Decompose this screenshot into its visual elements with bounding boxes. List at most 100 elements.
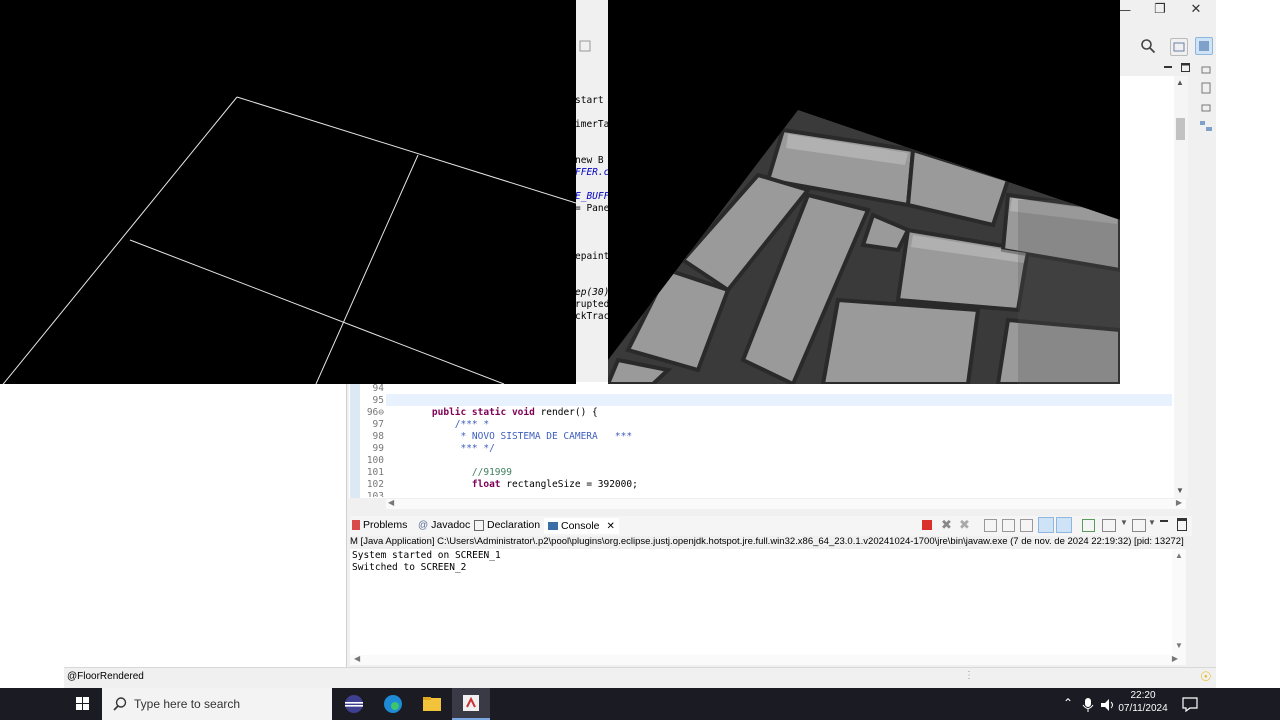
outline-view-icon[interactable] (1198, 80, 1214, 96)
line-number: 95 (372, 395, 384, 406)
line-number: 103 (366, 491, 384, 497)
display-console-icon[interactable] (1102, 519, 1116, 532)
tab-label: Declaration (487, 519, 541, 531)
console-vertical-scrollbar[interactable]: ▲ ▼ (1172, 549, 1186, 655)
code-line-rectangle-size: float rectangleSize = 392000; (471, 479, 638, 490)
microphone-icon[interactable] (1082, 697, 1094, 716)
taskbar-file-explorer-app[interactable] (413, 688, 451, 720)
code-fragment: rupted (575, 299, 610, 310)
scroll-right-arrow[interactable]: ▶ (1176, 498, 1182, 507)
status-bar: @FloorRendered ⋮ ☉ (64, 667, 1216, 688)
tab-declaration[interactable]: Declaration (474, 519, 540, 531)
pin-console-icon[interactable] (1082, 519, 1095, 532)
chevron-up-icon[interactable]: ⌃ (1063, 696, 1073, 710)
wireframe-render-window (0, 0, 577, 389)
scroll-lock-icon[interactable] (1002, 519, 1015, 532)
taskbar-eclipse-app[interactable] (335, 688, 373, 720)
code-comment-line: /*** * (409, 419, 490, 430)
scroll-right-arrow[interactable]: ▶ (1172, 654, 1178, 663)
tab-label: Javadoc (431, 519, 471, 531)
stone-floor-texture (608, 110, 1120, 384)
clock-date: 07/11/2024 (1118, 703, 1168, 714)
chevron-down-icon[interactable]: ▼ (1120, 518, 1128, 527)
textured-render-window (608, 0, 1120, 384)
chevron-down-icon[interactable]: ▼ (1148, 518, 1156, 527)
code-fragment: E_BUFF (575, 191, 610, 202)
scroll-down-arrow[interactable]: ▼ (1175, 641, 1183, 650)
scrollbar-thumb[interactable] (1176, 118, 1185, 140)
scroll-up-arrow[interactable]: ▲ (1176, 78, 1184, 87)
start-button[interactable] (64, 688, 102, 720)
edge-browser-icon (384, 695, 402, 713)
word-wrap-icon[interactable] (1020, 519, 1033, 532)
clock[interactable]: 22:20 07/11/2024 (1118, 690, 1168, 714)
hierarchy-view-icon[interactable] (1198, 118, 1214, 134)
status-separator: ⋮ (964, 670, 974, 681)
views-tab-bar: Problems @ Javadoc Declaration Console ✕… (350, 516, 1192, 536)
toolbar-fragment-icon[interactable] (578, 38, 594, 54)
search-icon (113, 697, 127, 711)
code-fragment: ep(30) (575, 287, 610, 298)
editor-horizontal-scrollbar[interactable]: ◀ ▶ (386, 498, 1186, 509)
editor-maximize-icon[interactable] (1178, 60, 1194, 76)
clock-time: 22:20 (1130, 690, 1156, 701)
show-on-stdout-icon[interactable] (1038, 517, 1054, 533)
tab-javadoc[interactable]: @ Javadoc (418, 519, 470, 531)
taskbar-search-box[interactable]: Type here to search (102, 688, 332, 720)
wireframe-floor-grid (0, 96, 577, 389)
console-output[interactable]: System started on SCREEN_1 Switched to S… (350, 549, 1186, 655)
scroll-left-arrow[interactable]: ◀ (354, 654, 360, 663)
java-perspective-icon[interactable] (1195, 37, 1213, 55)
line-number: 99 (372, 443, 384, 454)
current-line-highlight (386, 394, 1172, 406)
tab-label: Problems (363, 519, 408, 531)
terminate-icon[interactable] (922, 520, 932, 530)
declaration-icon (474, 519, 484, 531)
code-fragment: start (575, 95, 604, 106)
javadoc-icon: @ (418, 519, 429, 531)
tab-console[interactable]: Console ✕ (544, 518, 619, 534)
status-selection: @FloorRendered (67, 671, 144, 682)
lightbulb-icon[interactable]: ☉ (1200, 669, 1212, 685)
console-line: Switched to SCREEN_2 (352, 562, 467, 573)
scroll-left-arrow[interactable]: ◀ (388, 498, 394, 507)
line-number: 94 (372, 383, 384, 394)
show-on-stderr-icon[interactable] (1056, 517, 1072, 533)
code-fragment: imerTa (575, 119, 610, 130)
view-minimize-icon[interactable] (1160, 520, 1168, 522)
java-app-icon (463, 695, 479, 711)
line-number: 100 (366, 455, 384, 466)
line-number: 97 (372, 419, 384, 430)
code-fragment: ckTrac (575, 311, 610, 322)
clear-console-icon[interactable] (984, 519, 997, 532)
folder-icon (423, 697, 441, 711)
taskbar-edge-app[interactable] (374, 688, 412, 720)
scroll-up-arrow[interactable]: ▲ (1175, 551, 1183, 560)
tab-problems[interactable]: Problems (352, 519, 407, 531)
line-number: 102 (366, 479, 384, 490)
problems-icon (352, 520, 360, 530)
code-fragment: new B (575, 155, 604, 166)
code-fragment: = Pane (575, 203, 610, 214)
taskbar-java-app[interactable] (452, 688, 490, 720)
search-icon[interactable] (1140, 38, 1156, 54)
restore-window-button[interactable]: ❐ (1142, 0, 1178, 18)
remove-all-launches-icon[interactable]: ✖ (959, 517, 970, 533)
open-console-icon[interactable] (1132, 519, 1146, 532)
editor-minimize-icon[interactable] (1160, 60, 1176, 76)
scroll-down-arrow[interactable]: ▼ (1176, 486, 1184, 495)
editor-vertical-scrollbar[interactable]: ▲ ▼ (1174, 76, 1188, 498)
close-window-button[interactable]: ✕ (1178, 0, 1214, 18)
package-explorer-panel (64, 384, 347, 667)
trim-restore-icon-2[interactable] (1198, 100, 1214, 116)
view-maximize-icon[interactable] (1177, 518, 1187, 531)
open-perspective-icon[interactable] (1170, 38, 1188, 56)
remove-launch-icon[interactable]: ✖ (941, 517, 952, 533)
windows-logo-icon (76, 697, 89, 710)
close-icon[interactable]: ✕ (607, 521, 615, 532)
code-fragment: epaint (575, 251, 610, 262)
trim-restore-icon[interactable] (1198, 62, 1214, 78)
volume-icon[interactable] (1099, 697, 1115, 716)
notifications-icon[interactable] (1182, 696, 1198, 715)
console-horizontal-scrollbar[interactable]: ◀ ▶ (350, 654, 1186, 665)
